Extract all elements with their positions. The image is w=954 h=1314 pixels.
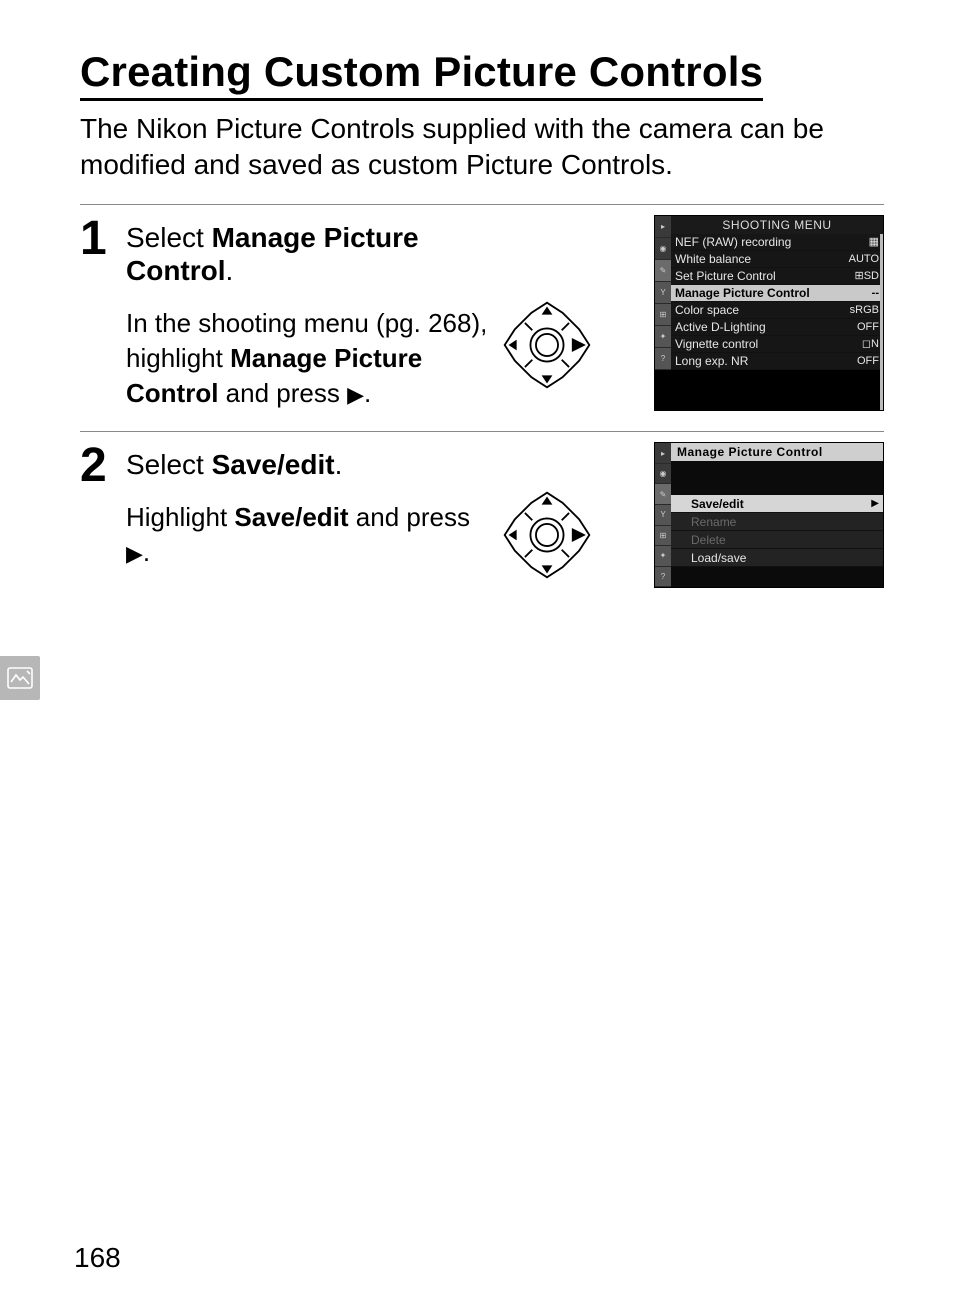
lcd2-title: Manage Picture Control (671, 443, 883, 461)
menu-row: Active D-LightingOFF (671, 319, 883, 336)
menu-option: Load/save (671, 549, 883, 567)
step-1: 1 Select Manage Picture Control. In the … (80, 215, 884, 411)
menu-option: Rename (671, 513, 883, 531)
manage-picture-control-screenshot: ▸ ◉ ✎ Y ⊞ ✦ ? Manage Picture Control Sav… (654, 442, 884, 588)
multi-selector-icon (492, 442, 602, 588)
divider (80, 204, 884, 205)
step-number: 1 (80, 215, 126, 263)
step-1-desc: In the shooting menu (pg. 268), highligh… (126, 306, 496, 411)
menu-row: Color spacesRGB (671, 302, 883, 319)
right-arrow-icon: ▶ (347, 382, 364, 407)
step-2-desc: Highlight Save/edit and press ▶. (126, 500, 496, 570)
menu-row: NEF (RAW) recording▦ (671, 234, 883, 251)
intro-text: The Nikon Picture Controls supplied with… (80, 111, 860, 184)
menu-row: White balanceAUTO (671, 251, 883, 268)
lcd1-title: SHOOTING MENU (671, 216, 883, 234)
step-number: 2 (80, 442, 126, 490)
step-1-title: Select Manage Picture Control. (126, 221, 496, 288)
divider (80, 431, 884, 432)
section-tab-icon (0, 656, 40, 700)
shooting-menu-screenshot: ▸ ◉ ✎ Y ⊞ ✦ ? SHOOTING MENU NEF (RAW) re… (654, 215, 884, 411)
menu-option: Save/edit (671, 495, 883, 513)
menu-row: Manage Picture Control-- (671, 285, 883, 302)
multi-selector-icon (492, 215, 602, 411)
manual-page: Creating Custom Picture Controls The Nik… (0, 0, 954, 1314)
step-2-title: Select Save/edit. (126, 448, 496, 482)
page-title: Creating Custom Picture Controls (80, 48, 763, 101)
step-2: 2 Select Save/edit. Highlight Save/edit … (80, 442, 884, 588)
right-arrow-icon: ▶ (126, 541, 143, 566)
menu-row: Set Picture Control⊞SD (671, 268, 883, 285)
menu-row: Long exp. NROFF (671, 353, 883, 370)
menu-option: Delete (671, 531, 883, 549)
menu-row: Vignette control◻N (671, 336, 883, 353)
page-number: 168 (74, 1242, 121, 1274)
